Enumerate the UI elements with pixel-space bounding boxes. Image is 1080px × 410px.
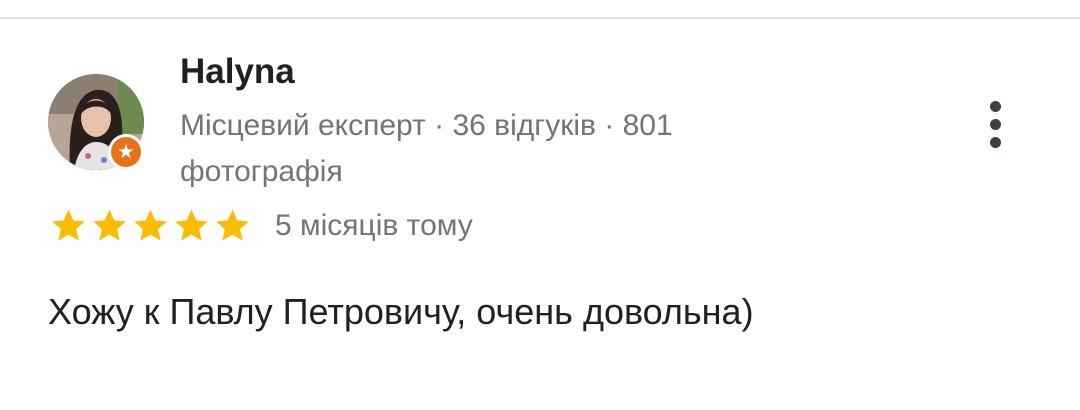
rating-row: 5 місяців тому [48, 206, 473, 246]
review-time: 5 місяців тому [275, 209, 473, 242]
more-vert-icon-dot [989, 136, 1001, 148]
star-icon [52, 209, 85, 241]
author-name[interactable]: Halyna [180, 50, 295, 94]
star-icon [175, 209, 208, 241]
more-vert-icon-dot [989, 118, 1001, 130]
review-screen: Halyna Місцевий експерт · 36 відгуків · … [0, 0, 1080, 410]
star-rating [48, 206, 253, 246]
more-options-button[interactable] [975, 96, 1015, 152]
author-meta[interactable]: Місцевий експерт · 36 відгуків · 801 фот… [180, 103, 820, 195]
star-icon [216, 209, 249, 241]
review-text: Хожу к Павлу Петровичу, очень довольна) [48, 291, 754, 332]
star-icon [134, 209, 167, 241]
star-icon [93, 209, 126, 241]
more-vert-icon [989, 100, 1001, 112]
local-guide-badge-icon [108, 134, 144, 170]
